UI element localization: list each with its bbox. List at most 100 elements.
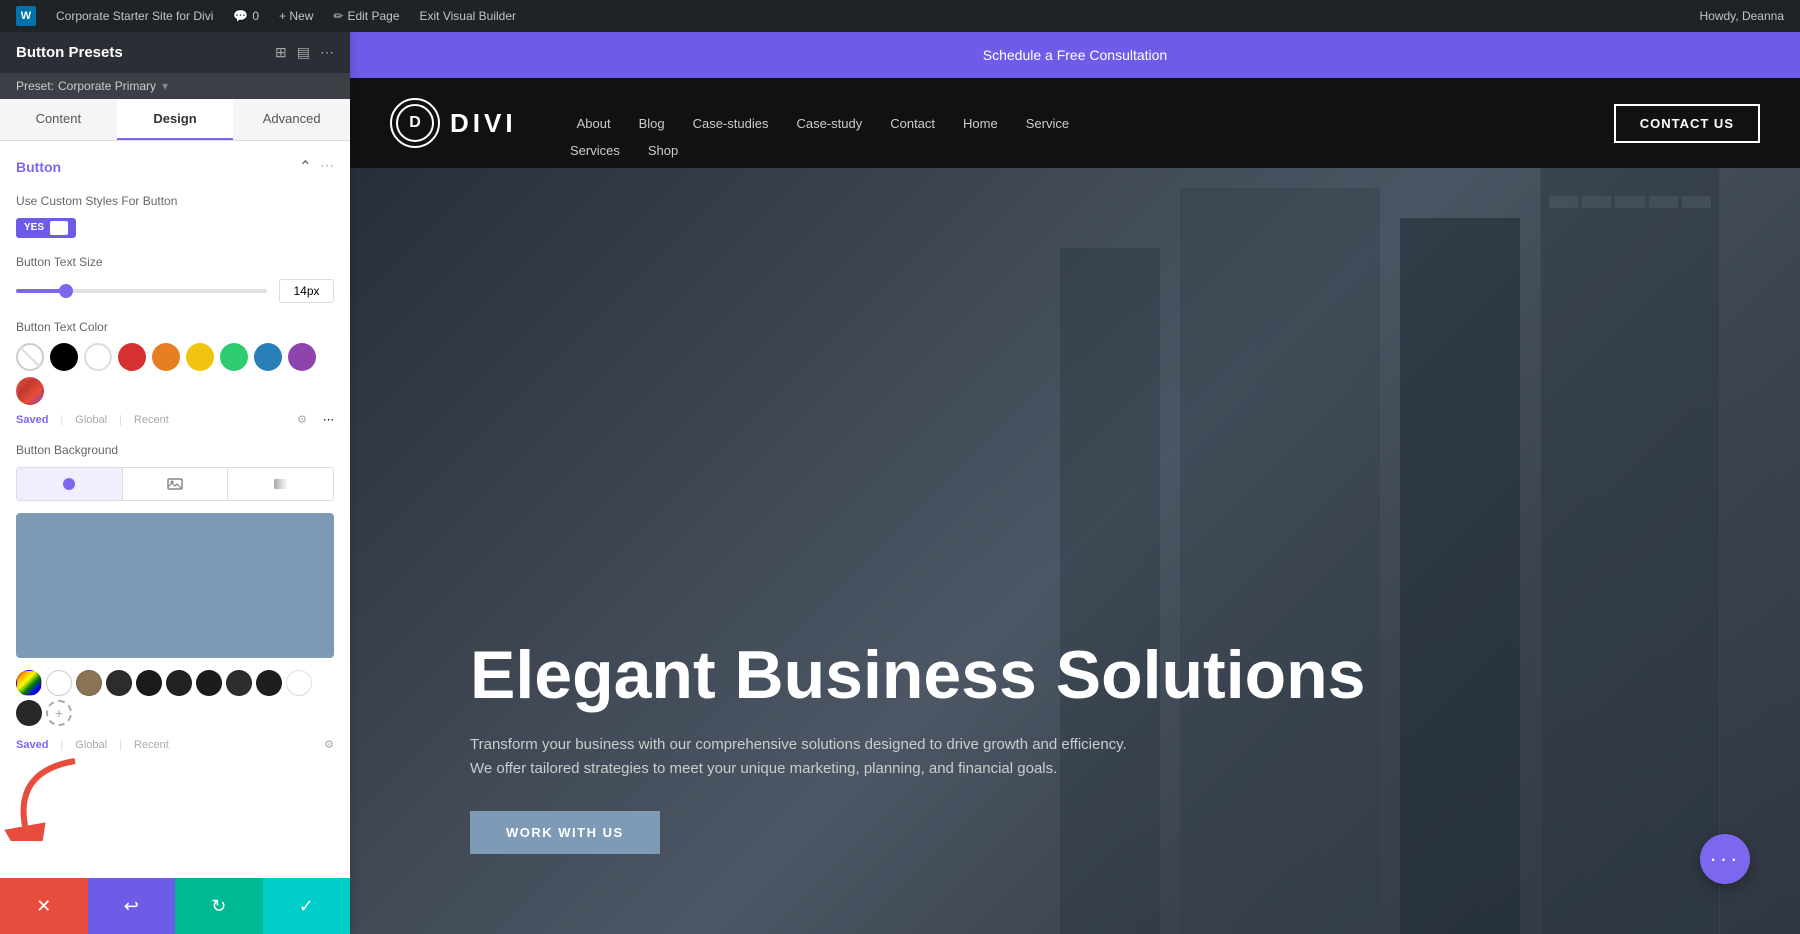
undo-icon: ↩ <box>124 896 139 917</box>
floating-btn-dots-icon: ··· <box>1710 846 1741 872</box>
edit-page-item[interactable]: ✏ Edit Page <box>325 0 407 32</box>
custom-styles-toggle-row: YES <box>16 218 334 238</box>
bottom-swatch-2[interactable] <box>76 670 102 696</box>
site-logo[interactable]: D DIVI <box>390 98 517 148</box>
btn-text-size-input[interactable]: 14px <box>279 279 334 303</box>
swatch-yellow[interactable] <box>186 343 214 371</box>
tab-advanced[interactable]: Advanced <box>233 99 350 140</box>
swatch-rainbow[interactable] <box>16 670 42 696</box>
save-button[interactable]: ✓ <box>263 878 351 934</box>
nav-link-about[interactable]: About <box>577 116 611 131</box>
wp-logo-icon: W <box>16 6 36 26</box>
floating-action-button[interactable]: ··· <box>1700 834 1750 884</box>
undo-button[interactable]: ↩ <box>88 878 176 934</box>
cancel-button[interactable]: ✕ <box>0 878 88 934</box>
logo-text: DIVI <box>450 108 517 139</box>
color-tab-global[interactable]: Global <box>75 414 107 426</box>
new-item[interactable]: + New <box>271 0 321 32</box>
panel-columns-icon[interactable]: ▤ <box>297 44 310 61</box>
nav-link-home[interactable]: Home <box>963 116 998 131</box>
nav-link-case-study[interactable]: Case-study <box>796 116 862 131</box>
site-name-item[interactable]: Corporate Starter Site for Divi <box>48 0 221 32</box>
bottom-swatch-6[interactable] <box>196 670 222 696</box>
section-more-icon[interactable]: ⋯ <box>320 157 334 177</box>
nav-link-case-studies[interactable]: Case-studies <box>693 116 769 131</box>
bottom-swatch-1[interactable] <box>46 670 72 696</box>
color-settings-icon[interactable]: ⚙ <box>297 413 307 426</box>
logo-d-icon: D <box>396 104 434 142</box>
panel-title: Button Presets <box>16 44 123 61</box>
preset-value: Corporate Primary <box>58 79 156 93</box>
cancel-icon: ✕ <box>36 896 51 917</box>
nav-link-blog[interactable]: Blog <box>639 116 665 131</box>
swatch-green[interactable] <box>220 343 248 371</box>
add-swatch-btn[interactable]: + <box>46 700 72 726</box>
section-header-icons: ⌃ ⋯ <box>299 157 334 177</box>
bottom-swatch-3[interactable] <box>106 670 132 696</box>
tab-design[interactable]: Design <box>117 99 234 140</box>
tab-content[interactable]: Content <box>0 99 117 140</box>
nav-link-shop[interactable]: Shop <box>648 143 678 158</box>
bottom-swatch-7[interactable] <box>226 670 252 696</box>
swatch-dark-red[interactable] <box>16 377 44 405</box>
comments-item[interactable]: 💬 0 <box>225 0 267 32</box>
panel-copy-icon[interactable]: ⊞ <box>275 44 287 61</box>
section-collapse-icon[interactable]: ⌃ <box>299 157 312 177</box>
comment-count: 0 <box>252 9 259 23</box>
bottom-swatch-5[interactable] <box>166 670 192 696</box>
btn-bg-label: Button Background <box>16 442 334 459</box>
btn-bg-tab-gradient[interactable] <box>228 468 333 500</box>
bottom-color-swatches: + <box>16 670 334 726</box>
preset-chevron-icon[interactable]: ▾ <box>162 79 168 93</box>
swatch-purple[interactable] <box>288 343 316 371</box>
swatch-orange[interactable] <box>152 343 180 371</box>
btn-bg-tabs <box>16 467 334 501</box>
tab-content-label: Content <box>36 111 82 126</box>
btn-text-color-label: Button Text Color <box>16 319 334 336</box>
panel-more-icon[interactable]: ⋯ <box>320 44 334 61</box>
color-tab-recent[interactable]: Recent <box>134 414 169 426</box>
bg-color-tabs: Saved | Global | Recent ⚙ <box>16 738 334 751</box>
bg-color-tab-saved[interactable]: Saved <box>16 739 48 751</box>
bottom-swatch-8[interactable] <box>256 670 282 696</box>
swatch-blue[interactable] <box>254 343 282 371</box>
howdy-label: Howdy, Deanna <box>1700 9 1785 23</box>
contact-us-button[interactable]: CONTACT US <box>1614 104 1760 143</box>
panel-subtitle: Preset: Corporate Primary ▾ <box>0 73 350 99</box>
work-with-us-button[interactable]: WORK WITH US <box>470 811 660 854</box>
redo-button[interactable]: ↻ <box>175 878 263 934</box>
btn-text-color-section: Button Text Color Saved | Global | <box>16 319 334 427</box>
bg-color-settings-icon[interactable]: ⚙ <box>324 738 334 751</box>
swatch-transparent[interactable] <box>16 343 44 371</box>
site-name-label: Corporate Starter Site for Divi <box>56 9 213 23</box>
custom-styles-toggle[interactable]: YES <box>16 218 76 238</box>
panel-header: Button Presets ⊞ ▤ ⋯ <box>0 32 350 73</box>
bg-color-tab-recent[interactable]: Recent <box>134 739 169 751</box>
btn-bg-tab-color[interactable] <box>17 468 123 500</box>
button-section-header: Button ⌃ ⋯ <box>16 157 334 177</box>
btn-bg-tab-image[interactable] <box>123 468 229 500</box>
btn-bg-preview[interactable] <box>16 513 334 658</box>
howdy-item[interactable]: Howdy, Deanna <box>1692 0 1793 32</box>
btn-text-size-thumb[interactable] <box>59 284 73 298</box>
pencil-icon: ✏ <box>333 9 343 23</box>
toggle-yes-label: YES <box>24 222 44 233</box>
color-tab-saved[interactable]: Saved <box>16 414 48 426</box>
consultation-banner[interactable]: Schedule a Free Consultation <box>350 32 1800 78</box>
swatch-black[interactable] <box>50 343 78 371</box>
exit-builder-item[interactable]: Exit Visual Builder <box>412 0 525 32</box>
bg-color-tab-global[interactable]: Global <box>75 739 107 751</box>
swatch-white[interactable] <box>84 343 112 371</box>
edit-page-label: Edit Page <box>347 9 399 23</box>
bottom-swatch-4[interactable] <box>136 670 162 696</box>
nav-link-services[interactable]: Services <box>570 143 620 158</box>
more-dots-icon[interactable]: ⋯ <box>323 413 334 426</box>
nav-link-service[interactable]: Service <box>1026 116 1069 131</box>
nav-link-contact[interactable]: Contact <box>890 116 935 131</box>
bottom-swatch-10[interactable] <box>16 700 42 726</box>
bottom-swatch-9[interactable] <box>286 670 312 696</box>
tab-advanced-label: Advanced <box>263 111 321 126</box>
wp-logo-item[interactable]: W <box>8 0 44 32</box>
admin-bar-right: Howdy, Deanna <box>1692 0 1793 32</box>
swatch-red[interactable] <box>118 343 146 371</box>
